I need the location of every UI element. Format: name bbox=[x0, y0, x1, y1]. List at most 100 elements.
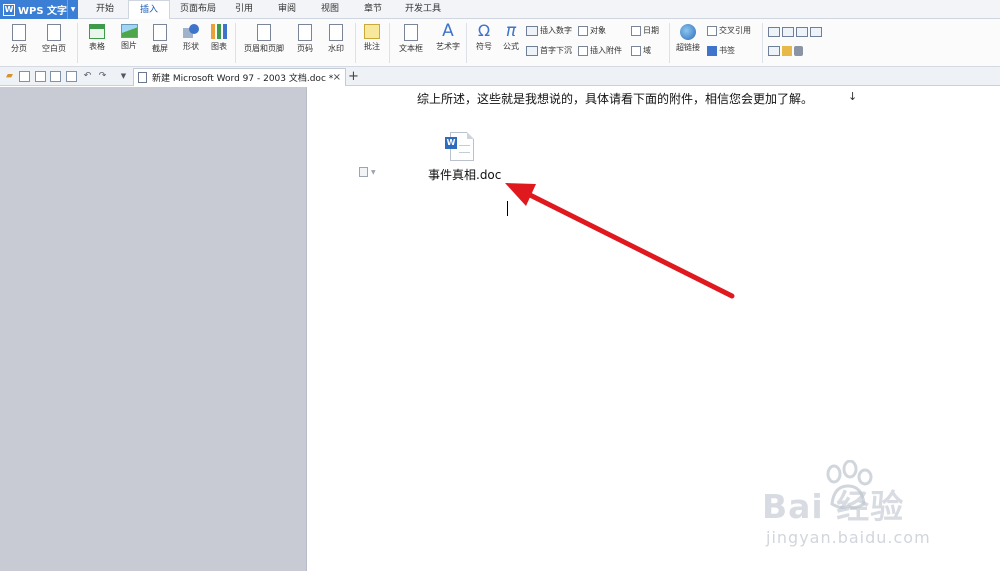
picture-icon bbox=[120, 24, 138, 38]
number-icon bbox=[526, 25, 538, 36]
undo-icon[interactable]: ↶ bbox=[82, 71, 93, 82]
new-tab-button[interactable]: + bbox=[348, 69, 359, 84]
tab-page-layout[interactable]: 页面布局 bbox=[173, 0, 223, 19]
chart-button[interactable]: 图表 bbox=[207, 24, 231, 52]
field-icon bbox=[631, 45, 641, 56]
pi-icon: π bbox=[505, 21, 517, 41]
open-folder-icon[interactable]: ▰ bbox=[4, 71, 15, 82]
divider bbox=[466, 23, 467, 63]
tab-view[interactable]: 视图 bbox=[312, 0, 348, 19]
calendar-icon bbox=[631, 25, 641, 36]
attachment-filename[interactable]: 事件真相.doc bbox=[428, 166, 501, 183]
page-number-button[interactable]: 页码 bbox=[290, 24, 320, 54]
cross-reference-icon bbox=[707, 25, 717, 36]
blank-page-button[interactable]: 空白页 bbox=[36, 24, 72, 54]
screenshot-icon bbox=[153, 24, 167, 41]
document-icon bbox=[138, 72, 147, 83]
chevron-down-icon[interactable]: ▼ bbox=[67, 0, 78, 19]
document-tab-strip: ▰ ↶ ↷ ▼ 新建 Microsoft Word 97 - 2003 文档.d… bbox=[0, 67, 1000, 86]
tab-home[interactable]: 开始 bbox=[85, 0, 125, 19]
print-preview-icon[interactable] bbox=[66, 71, 77, 82]
document-paragraph[interactable]: 综上所述，这些就是我想说的，具体请看下面的附件，相信您会更加了解。 bbox=[417, 90, 813, 107]
screenshot-button[interactable]: 截屏 bbox=[145, 24, 175, 54]
word-art-icon: A bbox=[442, 21, 454, 41]
text-box-button[interactable]: 文本框 bbox=[393, 24, 429, 54]
form-controls-row-2 bbox=[768, 44, 805, 57]
save-as-icon[interactable] bbox=[35, 71, 46, 82]
doc-lines-icon bbox=[459, 145, 470, 153]
tab-document[interactable]: 新建 Microsoft Word 97 - 2003 文档.doc * × bbox=[133, 68, 346, 86]
divider bbox=[355, 23, 356, 63]
form-shading-icon[interactable] bbox=[768, 45, 780, 56]
comment-button[interactable]: 批注 bbox=[359, 24, 385, 52]
page-break-icon bbox=[12, 24, 26, 41]
divider bbox=[669, 23, 670, 63]
drop-cap-icon bbox=[526, 45, 538, 56]
watermark-url: jingyan.baidu.com bbox=[766, 528, 931, 547]
chart-icon bbox=[211, 24, 227, 39]
watermark-brand: Bai 经验 bbox=[762, 487, 905, 526]
word-badge-icon: W bbox=[445, 137, 457, 149]
bookmark-icon bbox=[707, 45, 717, 56]
save-icon[interactable] bbox=[19, 71, 30, 82]
close-icon[interactable]: × bbox=[333, 72, 341, 83]
table-icon bbox=[89, 24, 105, 39]
header-footer-icon bbox=[257, 24, 271, 41]
date-button[interactable]: 日期 bbox=[631, 24, 659, 37]
field-button[interactable]: 域 bbox=[631, 44, 651, 57]
watermark-button[interactable]: 水印 bbox=[321, 24, 351, 54]
divider bbox=[389, 23, 390, 63]
app-title: WPS 文字 bbox=[18, 6, 68, 17]
hyperlink-button[interactable]: 超链接 bbox=[673, 24, 703, 53]
divider bbox=[235, 23, 236, 63]
shape-button[interactable]: 形状 bbox=[176, 24, 206, 52]
formula-button[interactable]: π 公式 bbox=[499, 23, 523, 52]
app-menu-button[interactable]: W WPS 文字 ▼ bbox=[0, 0, 78, 19]
insert-number-button[interactable]: 插入数字 bbox=[526, 24, 572, 37]
menu-bar: W WPS 文字 ▼ 开始 插入 页面布局 引用 审阅 视图 章节 开发工具 bbox=[0, 0, 1000, 20]
object-icon bbox=[578, 25, 588, 36]
form-controls-row-1 bbox=[768, 25, 824, 38]
symbol-button[interactable]: Ω 符号 bbox=[470, 23, 498, 52]
eraser-icon[interactable] bbox=[782, 45, 792, 56]
ribbon-insert: 分页 空白页 表格 图片 截屏 形状 图表 页眉和页脚 页码 水印 批注 文本框… bbox=[0, 19, 1000, 67]
object-button[interactable]: 对象 bbox=[578, 24, 606, 37]
form-table-icon[interactable] bbox=[810, 26, 822, 37]
word-art-button[interactable]: A 艺术字 bbox=[433, 23, 463, 52]
paragraph-mark: ↓ bbox=[848, 90, 858, 103]
paragraph-handle[interactable]: ▼ bbox=[359, 167, 376, 177]
watermark-icon bbox=[329, 24, 343, 41]
tab-insert[interactable]: 插入 bbox=[128, 0, 170, 20]
shape-icon bbox=[183, 24, 199, 39]
globe-icon bbox=[680, 24, 696, 40]
drop-cap-button[interactable]: 首字下沉 bbox=[526, 44, 572, 57]
tab-review[interactable]: 审阅 bbox=[269, 0, 305, 19]
form-checkbox-icon[interactable] bbox=[782, 26, 794, 37]
redo-icon[interactable]: ↷ bbox=[97, 71, 108, 82]
divider bbox=[77, 23, 78, 63]
header-footer-button[interactable]: 页眉和页脚 bbox=[240, 24, 288, 54]
tab-chapter[interactable]: 章节 bbox=[355, 0, 391, 19]
chevron-down-icon: ▼ bbox=[371, 168, 376, 176]
lock-icon[interactable] bbox=[794, 45, 803, 56]
page-number-icon bbox=[298, 24, 312, 41]
print-icon[interactable] bbox=[50, 71, 61, 82]
form-text-icon[interactable] bbox=[768, 26, 780, 37]
text-caret bbox=[507, 201, 508, 216]
form-dropdown-icon[interactable] bbox=[796, 26, 808, 37]
wps-logo-icon: W bbox=[3, 3, 15, 16]
omega-icon: Ω bbox=[477, 21, 491, 40]
comment-icon bbox=[364, 24, 380, 39]
tab-developer-tools[interactable]: 开发工具 bbox=[398, 0, 448, 19]
cross-reference-button[interactable]: 交叉引用 bbox=[707, 24, 751, 37]
picture-button[interactable]: 图片 bbox=[114, 24, 144, 51]
bookmark-button[interactable]: 书签 bbox=[707, 44, 735, 57]
customize-dropdown-icon[interactable]: ▼ bbox=[118, 71, 129, 82]
tab-references[interactable]: 引用 bbox=[226, 0, 262, 19]
table-button[interactable]: 表格 bbox=[82, 24, 112, 52]
blank-page-icon bbox=[47, 24, 61, 41]
page-icon bbox=[359, 167, 368, 177]
text-box-icon bbox=[404, 24, 418, 41]
insert-attachment-button[interactable]: 插入附件 bbox=[578, 44, 622, 57]
page-break-button[interactable]: 分页 bbox=[4, 24, 34, 54]
